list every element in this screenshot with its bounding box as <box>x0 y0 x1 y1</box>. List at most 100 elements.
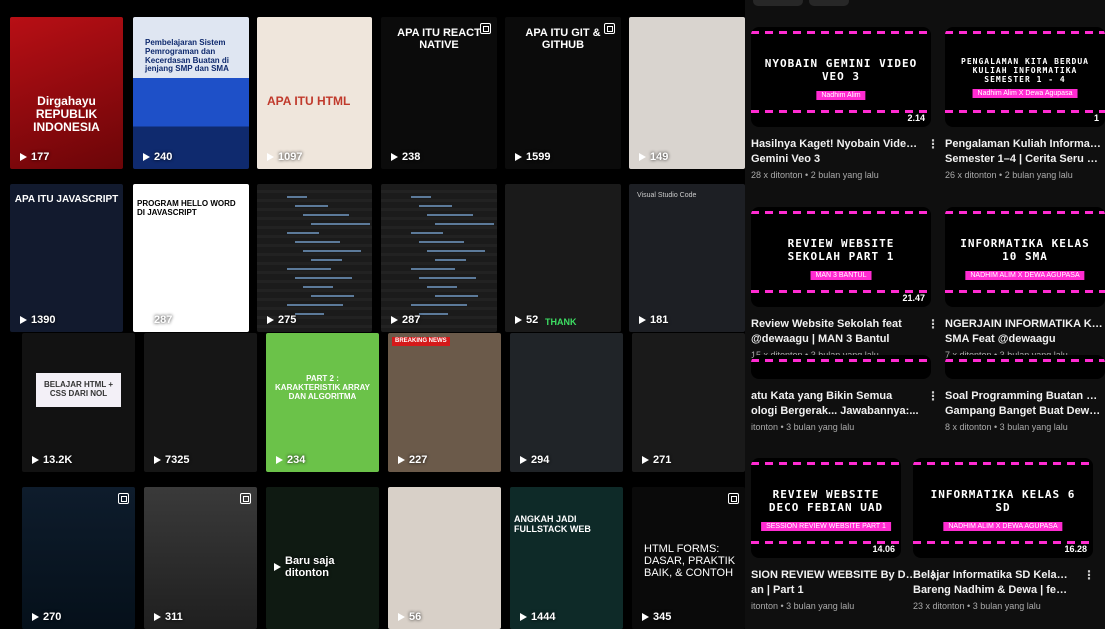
play-icon <box>515 316 522 324</box>
reel-tile[interactable]: THANK 52 <box>505 184 621 332</box>
view-count-value: 287 <box>402 314 421 326</box>
reel-tile[interactable]: Baru saja ditonton <box>266 487 379 629</box>
view-count: 181 <box>639 314 668 326</box>
more-options-icon[interactable]: ⋮ <box>927 389 939 403</box>
reel-tile[interactable]: APA ITU HTML 1097 <box>257 17 372 169</box>
video-title[interactable]: SION REVIEW WEBSITE By Deco an | Part 1 <box>751 568 919 598</box>
reel-tile[interactable]: Pembelajaran Sistem Pemrograman dan Kece… <box>133 17 249 169</box>
view-count: 52 <box>515 314 538 326</box>
video-thumbnail[interactable]: REVIEW WEBSITE DECO FEBIAN UAD SESSION RE… <box>751 458 901 558</box>
reel-tile[interactable]: 271 <box>632 333 745 472</box>
code-line <box>287 304 343 306</box>
glitch-stripe <box>751 462 901 465</box>
play-icon <box>639 153 646 161</box>
view-count-value: 345 <box>653 611 672 623</box>
reel-tile[interactable]: 7325 <box>144 333 257 472</box>
reel-tile[interactable]: Visual Studio Code 181 <box>629 184 745 332</box>
view-count-value: 294 <box>531 454 550 466</box>
more-options-icon[interactable]: ⋮ <box>927 137 939 151</box>
thumbnail-title: REVIEW WEBSITE SEKOLAH PART 1 <box>787 237 895 263</box>
play-icon <box>391 153 398 161</box>
play-icon <box>520 613 527 621</box>
video-title-line: Bareng Nadhim & Dewa | feat... <box>913 584 1071 596</box>
reel-tile[interactable]: 270 <box>22 487 135 629</box>
reel-caption: PART 2 : KARAKTERISTIK ARRAY DAN ALGORIT… <box>275 374 370 401</box>
code-line <box>427 250 485 252</box>
video-title[interactable]: Hasilnya Kaget! Nyobain Video Dari Gemini… <box>751 137 919 167</box>
view-count-value: 1599 <box>526 151 551 163</box>
view-count-value: 227 <box>409 454 428 466</box>
reel-tile[interactable]: 311 <box>144 487 257 629</box>
thumbnail-badge: Nadhim Alim X Dewa Agupasa <box>972 89 1078 98</box>
filter-chip[interactable] <box>809 0 849 6</box>
video-title[interactable]: NGERJAIN INFORMATIKA KELAS 1 SMA Feat @de… <box>945 317 1103 347</box>
video-title[interactable]: Pengalaman Kuliah Informatika Semester 1–… <box>945 137 1103 167</box>
reel-tile[interactable]: APA ITU JAVASCRIPT 1390 <box>10 184 123 332</box>
video-title[interactable]: Belajar Informatika SD Kelas 6 Bareng Nad… <box>913 568 1071 598</box>
view-count: 1444 <box>520 611 555 623</box>
reel-tile[interactable]: PART 2 : KARAKTERISTIK ARRAY DAN ALGORIT… <box>266 333 379 472</box>
play-icon <box>642 456 649 464</box>
code-line <box>311 223 370 225</box>
view-count-value: 1390 <box>31 314 56 326</box>
view-count-value: 177 <box>31 151 50 163</box>
video-duration: 14.06 <box>872 544 895 554</box>
video-duration: 1 <box>1093 113 1099 123</box>
video-thumbnail[interactable]: REVIEW WEBSITE SEKOLAH PART 1 MAN 3 BANTU… <box>751 207 931 307</box>
glitch-stripe <box>751 31 931 34</box>
video-title[interactable]: atu Kata yang Bikin Semua ologi Bergerak.… <box>751 389 919 419</box>
video-title-line: Gampang Banget Buat Dewa... <box>945 405 1103 417</box>
reel-tile[interactable]: APA ITU REACT NATIVE 238 <box>381 17 497 169</box>
reel-caption: APA ITU GIT & GITHUB <box>525 27 601 52</box>
play-icon <box>274 563 281 571</box>
reel-tile[interactable]: BREAKING NEWS 227 <box>388 333 501 472</box>
reel-tile[interactable]: 56 <box>388 487 501 629</box>
thumbnail-title: PENGALAMAN KITA BERDUA KULIAH INFORMATIK… <box>961 57 1089 84</box>
code-line <box>419 205 452 207</box>
reel-tile[interactable]: APA ITU GIT & GITHUB 1599 <box>505 17 621 169</box>
code-line <box>419 313 448 315</box>
video-thumbnail[interactable]: INFORMATIKA KELAS 10 SMA NADHIM ALIM X DE… <box>945 207 1105 307</box>
video-title[interactable]: Review Website Sekolah feat @dewaagu | MA… <box>751 317 919 347</box>
thumbnail-badge: NADHIM ALIM X DEWA AGUPASA <box>965 271 1085 280</box>
video-duration: 2.14 <box>907 113 925 123</box>
thumbnail-title: INFORMATIKA KELAS 10 SMA <box>960 237 1090 263</box>
video-thumbnail[interactable] <box>751 355 931 379</box>
video-title-line: Soal Programming Buatan Gue <box>945 390 1103 402</box>
reel-caption: HTML FORMS: DASAR, PRAKTIK BAIK, & CONTO… <box>644 543 736 580</box>
filter-chip[interactable] <box>753 0 803 6</box>
reel-tile[interactable]: Dirgahayu REPUBLIK INDONESIA 177 <box>10 17 123 169</box>
video-thumbnail[interactable]: INFORMATIKA KELAS 6 SD NADHIM ALIM X DEWA… <box>913 458 1093 558</box>
video-meta: itonton • 3 bulan yang lalu <box>751 601 855 611</box>
video-thumbnail[interactable]: NYOBAIN GEMINI VIDEO VEO 3 Nadhim Alim 2.1… <box>751 27 931 127</box>
view-count-value: 56 <box>409 611 422 623</box>
play-icon <box>398 613 405 621</box>
reel-tile[interactable]: 149 <box>629 17 745 169</box>
reel-tile[interactable]: PROGRAM HELLO WORD DI JAVASCRIPT 287 <box>133 184 249 332</box>
reel-tile[interactable]: ANGKAH JADI FULLSTACK WEB 1444 <box>510 487 623 629</box>
more-options-icon[interactable]: ⋮ <box>1083 568 1095 582</box>
carousel-icon <box>240 493 251 504</box>
reel-tile[interactable]: BELAJAR HTML + CSS DARI NOL 13.2K <box>22 333 135 472</box>
reel-tile[interactable]: 275 <box>257 184 372 332</box>
reel-caption: BELAJAR HTML + CSS DARI NOL <box>36 373 121 407</box>
video-meta: 26 x ditonton • 2 bulan yang lalu <box>945 170 1073 180</box>
more-options-icon[interactable]: ⋮ <box>927 317 939 331</box>
view-count-value: 311 <box>165 611 183 623</box>
code-editor-image <box>257 184 372 332</box>
view-count: 227 <box>398 454 427 466</box>
reel-tile[interactable]: 287 <box>381 184 497 332</box>
video-title[interactable]: Soal Programming Buatan Gue Gampang Bange… <box>945 389 1103 419</box>
view-count-value: 234 <box>287 454 306 466</box>
video-thumbnail[interactable] <box>945 355 1105 379</box>
video-thumbnail[interactable]: PENGALAMAN KITA BERDUA KULIAH INFORMATIK… <box>945 27 1105 127</box>
reel-caption: THANK <box>545 317 577 328</box>
reel-tile[interactable]: 294 <box>510 333 623 472</box>
code-line <box>287 196 307 198</box>
code-line <box>295 205 328 207</box>
thumbnail-badge: Nadhim Alim <box>816 91 866 100</box>
code-line <box>435 223 494 225</box>
video-title-line: Belajar Informatika SD Kelas 6 <box>913 569 1071 581</box>
glitch-stripe <box>913 462 1093 465</box>
reel-tile[interactable]: HTML FORMS: DASAR, PRAKTIK BAIK, & CONTO… <box>632 487 745 629</box>
